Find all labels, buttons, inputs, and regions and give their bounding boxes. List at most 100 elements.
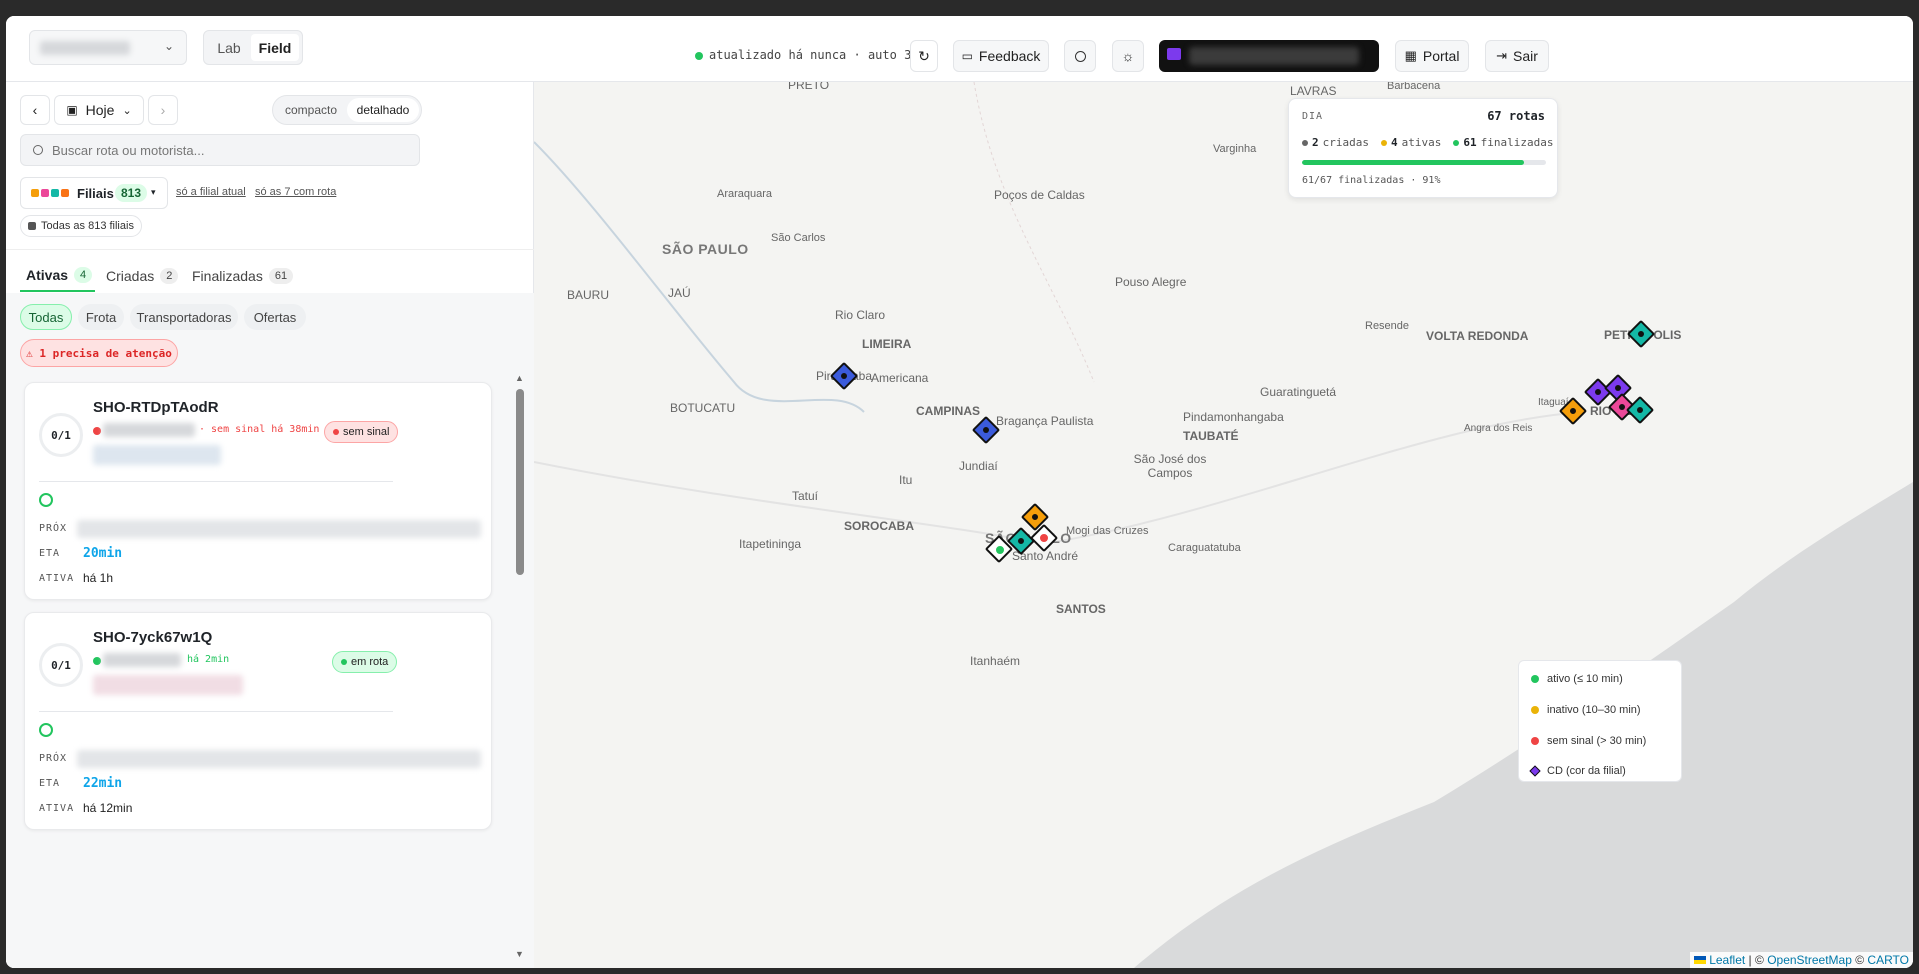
chevron-right-icon: › [160,102,166,118]
label-ativas: ativas [1401,136,1442,149]
map-label: Jundiaí [959,459,998,473]
ativa-value: há 12min [83,801,133,815]
map-label: SÃO PAULO [662,241,749,257]
filiais-chip-label: Todas as 813 filiais [41,220,134,232]
env-tab-field[interactable]: Field [251,34,299,61]
tab-ativas[interactable]: Ativas 4 [20,260,95,292]
day-summary-panel: DIA 67 rotas 2 criadas 4 ativas 61 final… [1288,98,1558,198]
calendar-icon: ▣ [66,103,78,117]
map-label: Bragança Paulista [996,414,1094,428]
scrollbar[interactable]: ▲ ▼ [514,373,526,963]
filter-ofertas[interactable]: Ofertas [244,304,306,330]
theme-toggle-button[interactable]: ☼ [1112,40,1144,72]
portal-label: Portal [1422,48,1460,64]
scroll-down-icon[interactable]: ▼ [515,949,524,959]
tab-criadas-count: 2 [160,268,179,284]
tab-finalizadas[interactable]: Finalizadas 61 [186,260,294,292]
map-label: Resende [1365,320,1410,332]
map-label: Rio Claro [835,308,886,322]
map-label: Americana [871,371,929,385]
truck-icon [1167,48,1181,60]
env-toggle: Lab Field [203,30,303,65]
chevron-down-icon: ⌄ [122,104,132,117]
map-label: Guaratinguetá [1260,385,1337,399]
app-window: ⌄ Lab Field atualizado há nunca · auto 3… [6,16,1913,968]
legend-inactive: inativo (10–30 min) [1547,704,1641,716]
carto-link[interactable]: CARTO [1867,953,1909,967]
map-label: Pindamonhangaba [1183,410,1284,424]
tab-ativas-label: Ativas [26,267,69,283]
logout-button[interactable]: ⇥ Sair [1485,40,1549,72]
map-label: LIMEIRA [862,337,912,351]
map-label: Mogi das Cruzes [1066,525,1149,537]
day-total: 67 rotas [1487,109,1545,123]
day-progress-text: 61/67 finalizadas · 91% [1302,175,1441,186]
search-field[interactable]: Buscar rota ou motorista... [20,134,420,166]
branch-select[interactable]: ⌄ [29,30,187,65]
next-day-button[interactable]: › [148,95,178,125]
vehicle-marker-no-signal[interactable] [1038,532,1050,544]
ativa-label: ATIVA [39,803,75,814]
progress-ring: 0/1 [39,643,83,687]
cd-diamond-icon [1529,765,1541,777]
attention-alert[interactable]: ⚠ 1 precisa de atenção [20,339,178,367]
filiais-selector[interactable]: Filiais 813 ▾ [20,177,168,209]
chat-icon: ▭ [961,49,973,63]
status-dot [695,52,703,60]
chevron-left-icon: ‹ [32,102,38,118]
date-picker[interactable]: ▣ Hoje ⌄ [54,95,144,125]
map-label: Barbacena [1387,82,1441,92]
filter-frota[interactable]: Frota [78,304,124,330]
view-mode-toggle: compacto detalhado [272,95,422,125]
view-compact[interactable]: compacto [275,98,347,122]
view-detailed[interactable]: detalhado [347,98,419,122]
link-branches-with-route[interactable]: só as 7 com rota [255,186,336,198]
sidebar: ‹ ▣ Hoje ⌄ › compacto detalhado Buscar r… [6,82,534,968]
map-legend: ativo (≤ 10 min) inativo (10–30 min) sem… [1518,660,1682,782]
route-card[interactable]: 0/1 SHO-RTDpTAodR · sem sinal há 38min s… [24,382,492,600]
signal-dot [93,427,101,435]
attribution-sep: © [1851,953,1868,967]
osm-link[interactable]: OpenStreetMap [1767,953,1852,967]
map-label: Varginha [1213,143,1257,155]
signal-text: · sem sinal há 38min [199,424,320,435]
map-label: Angra dos Reis [1464,423,1533,434]
map-label: PRETO [788,82,830,92]
status-badge-label: em rota [351,656,389,668]
ativa-value: há 1h [83,571,114,585]
scroll-up-icon[interactable]: ▲ [515,373,524,383]
prox-label: PRÓX [39,753,68,764]
link-current-branch[interactable]: só a filial atual [176,186,246,198]
map[interactable]: PRETO LAVRAS Barbacena Varginha Araraqua… [534,82,1913,968]
map-label: São Carlos [771,232,826,244]
map-attribution: Leaflet | © OpenStreetMap © CARTO [1690,952,1913,968]
filiais-chip: Todas as 813 filiais [20,215,142,237]
portal-button[interactable]: ▦ Portal [1395,40,1469,72]
route-card[interactable]: 0/1 SHO-7yck67w1Q há 2min em rota PRÓX E… [24,612,492,830]
prev-day-button[interactable]: ‹ [20,95,50,125]
tab-finalizadas-label: Finalizadas [192,268,263,284]
map-label: BAURU [567,288,610,302]
vehicle-marker-active[interactable] [994,544,1006,556]
count-ativas: 4 [1390,136,1398,149]
count-criadas: 2 [1312,136,1319,149]
logout-label: Sair [1513,48,1538,64]
map-label: Tatuí [792,489,819,503]
tab-criadas-label: Criadas [106,268,155,284]
map-label: SANTOS [1056,602,1106,616]
legend-cd: CD (cor da filial) [1547,765,1626,777]
tab-criadas[interactable]: Criadas 2 [100,260,179,292]
filter-transportadoras[interactable]: Transportadoras [130,304,238,330]
scrollbar-thumb[interactable] [516,389,524,575]
status-badge: em rota [332,651,398,673]
route-id: SHO-7yck67w1Q [93,629,213,646]
map-label: Pouso Alegre [1115,275,1187,289]
search-button[interactable] [1064,40,1096,72]
leaflet-link[interactable]: Leaflet [1709,953,1745,967]
search-placeholder: Buscar rota ou motorista... [52,143,205,158]
env-tab-lab[interactable]: Lab [207,34,251,61]
filter-todas[interactable]: Todas [20,304,72,330]
refresh-button[interactable]: ↻ [910,40,938,72]
account-selector[interactable] [1159,40,1379,72]
feedback-button[interactable]: ▭ Feedback [953,40,1049,72]
